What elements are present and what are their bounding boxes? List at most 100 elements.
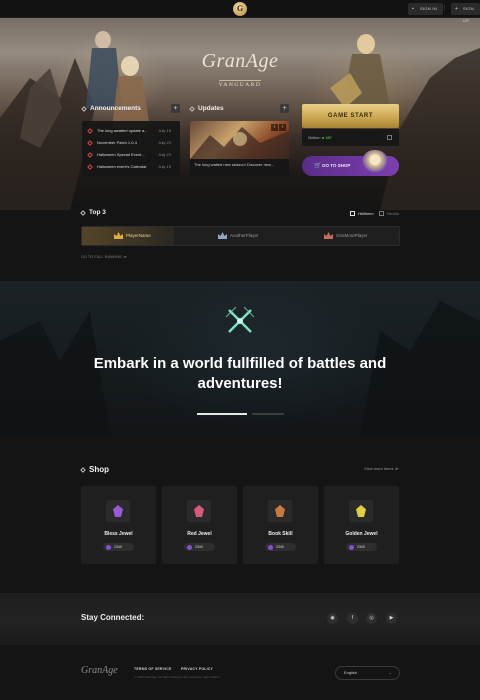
stay-connected-band (0, 593, 480, 645)
logo-subtitle: VANGUARD (218, 80, 262, 88)
announcement-title: November Patch 1.0.4 (97, 140, 137, 145)
rank-player-1[interactable]: PlayerName (114, 227, 151, 245)
discord-icon[interactable]: ◉ (327, 613, 338, 624)
rank-player-2[interactable]: AnotherPlayer (218, 227, 259, 245)
item-price[interactable]: 2340 (346, 543, 377, 551)
artwork-glow (233, 132, 247, 146)
coin-icon (349, 544, 354, 550)
footer-logo[interactable]: GranAge (81, 665, 118, 676)
pagination-active[interactable] (197, 413, 247, 415)
separator: | (444, 5, 446, 11)
tab-nexilla[interactable]: Nexilla (379, 210, 399, 217)
updates-header: Updates (189, 103, 289, 115)
shop-item-card[interactable]: Bless Jewel 2340 (81, 486, 156, 564)
updates-more-button[interactable]: + (280, 104, 289, 113)
item-icon-frame (106, 500, 130, 522)
stay-connected-title: Stay Connected: (81, 613, 145, 622)
coin-icon (106, 544, 111, 550)
item-icon-frame (187, 500, 211, 522)
price-value: 2340 (114, 545, 122, 549)
announcement-date: July 23 (158, 140, 171, 145)
shop-item-card[interactable]: Red Jewel 2340 (162, 486, 237, 564)
full-ranking-link[interactable]: GO TO FULL RANKING ≫ (81, 255, 127, 259)
rank-player-3[interactable]: OneMorePlayer (324, 227, 368, 245)
announcement-item[interactable]: Halloween event's Calendar July 19 (87, 161, 175, 173)
item-name: Bless Jewel (104, 531, 133, 537)
announcement-item[interactable]: Halloween Special Event... July 23 (87, 149, 175, 161)
price-value: 2340 (276, 545, 284, 549)
update-caption: The long waited new season! Discover new… (194, 162, 275, 167)
go-to-shop-label: GO TO SHOP (322, 163, 351, 168)
sign-up-button[interactable]: + SIGN UP (451, 3, 480, 23)
announcement-title: The long awaited update a... (97, 128, 148, 133)
announcements-title: Announcements (90, 105, 141, 112)
top-bar: G ▪ SIGN IN | + SIGN UP (0, 0, 480, 23)
tab-hellheim[interactable]: Hellheim (350, 210, 374, 217)
sign-in-button[interactable]: ▪ SIGN IN (408, 3, 443, 15)
announcement-date: July 19 (158, 128, 171, 133)
player-name: PlayerName (126, 233, 151, 238)
item-icon-frame (349, 500, 373, 522)
diamond-icon (80, 467, 86, 473)
announcement-date: July 23 (158, 152, 171, 157)
item-name: Golden Jewel (345, 531, 378, 537)
announcements-list: The long awaited update a... July 19 Nove… (82, 121, 180, 176)
diamond-icon (189, 106, 195, 112)
item-icon-frame (268, 500, 292, 522)
cart-icon: 🛒 (314, 163, 322, 169)
red-diamond-icon (87, 140, 93, 146)
youtube-icon[interactable]: ▶ (386, 613, 397, 624)
pagination-inactive[interactable] (252, 413, 284, 415)
language-select[interactable]: English ⌄ (335, 666, 400, 680)
online-label: Online: (308, 135, 321, 140)
golden-jewel-icon (356, 505, 366, 517)
server-tab-icon (379, 211, 384, 216)
top3-header: Top 3 (80, 209, 106, 216)
red-diamond-icon (87, 128, 93, 134)
item-price[interactable]: 2340 (103, 543, 134, 551)
logo-title: GranAge (201, 50, 279, 72)
item-price[interactable]: 2340 (184, 543, 215, 551)
chevron-down-icon: ⌄ (388, 670, 392, 675)
bronze-crown-icon (324, 232, 333, 239)
carousel-next-button[interactable]: › (279, 124, 286, 131)
privacy-link[interactable]: PRIVACY POLICY (181, 667, 213, 671)
gold-crown-icon (114, 232, 123, 239)
announcement-date: July 19 (158, 164, 171, 169)
game-start-button[interactable]: GAME START (302, 104, 399, 128)
game-logo: GranAge VANGUARD (190, 50, 290, 91)
top3-title: Top 3 (89, 209, 106, 216)
footer (0, 645, 480, 700)
shop-header: Shop (80, 465, 109, 474)
announcement-title: Halloween Special Event... (97, 152, 145, 157)
updates-card[interactable]: ‹ › The long waited new season! Discover … (190, 121, 289, 176)
sign-in-label: SIGN IN (420, 6, 437, 11)
facebook-icon[interactable]: f (347, 613, 358, 624)
price-value: 2340 (195, 545, 203, 549)
announcement-title: Halloween event's Calendar (97, 164, 147, 169)
logo-coin-icon[interactable]: G (233, 2, 247, 16)
announcements-more-button[interactable]: + (171, 104, 180, 113)
red-diamond-icon (87, 152, 93, 158)
diamond-icon (80, 210, 86, 216)
character-left-head (95, 31, 111, 49)
language-value: English (344, 670, 358, 675)
shop-item-card[interactable]: Book Skill 2340 (243, 486, 318, 564)
character-elf-head (121, 56, 139, 76)
item-price[interactable]: 2340 (265, 543, 296, 551)
fairy-mascot (362, 150, 388, 178)
view-more-items-link[interactable]: View more items ≫ (364, 466, 399, 471)
shop-item-card[interactable]: Golden Jewel 2340 (324, 486, 399, 564)
announcements-header: Announcements (81, 103, 180, 115)
terms-link[interactable]: TERMS OF SERVICE (134, 667, 172, 671)
shop-title: Shop (89, 465, 109, 474)
announcement-item[interactable]: The long awaited update a... July 19 (87, 125, 175, 137)
player-name: OneMorePlayer (336, 233, 368, 238)
instagram-icon[interactable]: ◎ (366, 613, 377, 624)
silver-crown-icon (218, 232, 227, 239)
red-diamond-icon (87, 164, 93, 170)
online-status: Online: ● 387 (302, 129, 399, 146)
carousel-prev-button[interactable]: ‹ (271, 124, 278, 131)
item-name: Book Skill (268, 531, 293, 537)
announcement-item[interactable]: November Patch 1.0.4 July 23 (87, 137, 175, 149)
